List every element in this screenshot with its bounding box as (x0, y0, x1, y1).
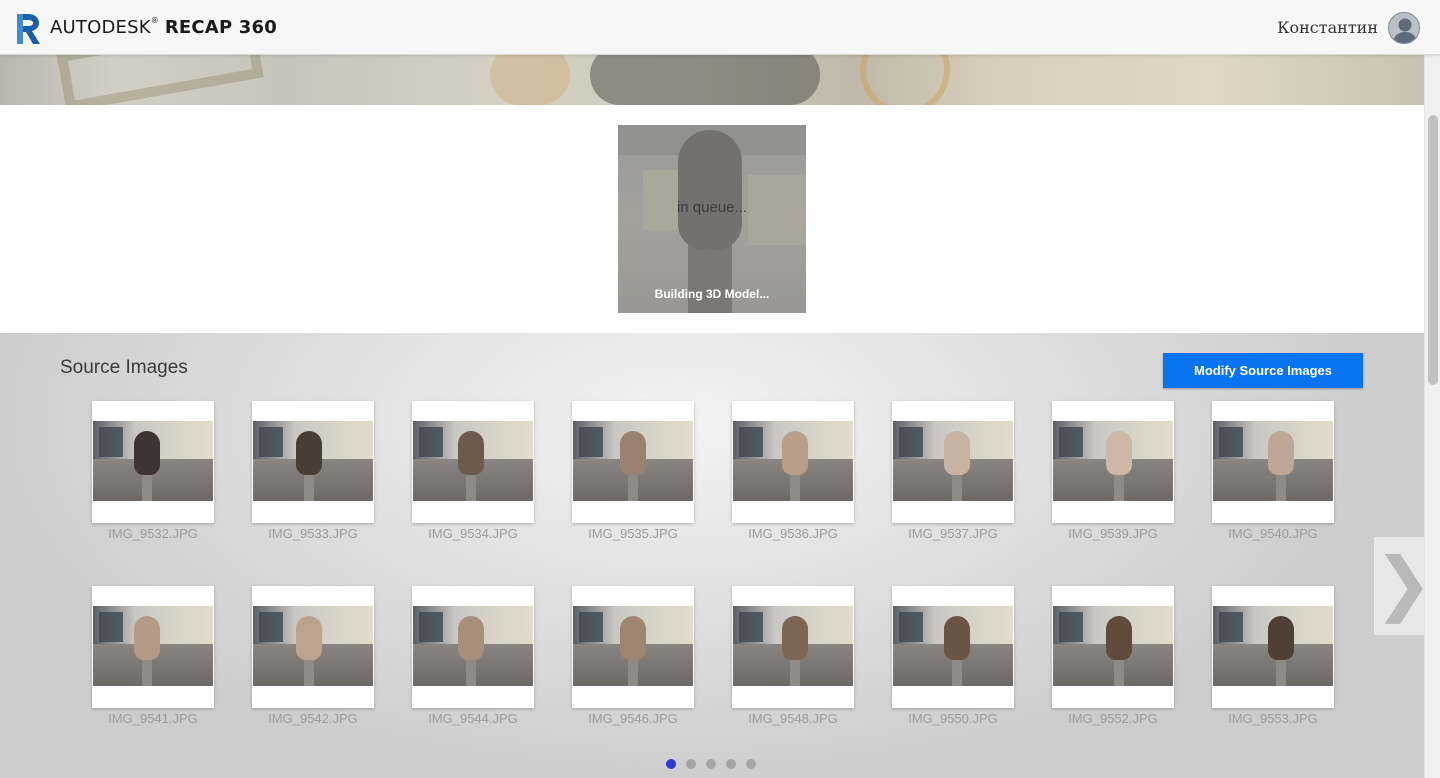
thumbnail-photo (93, 421, 213, 501)
thumbnail-photo (1053, 606, 1173, 686)
thumbnail-filename: IMG_9553.JPG (1228, 711, 1318, 726)
source-image-thumbnail[interactable]: IMG_9532.JPG (92, 401, 214, 541)
user-avatar-icon[interactable] (1388, 12, 1420, 44)
source-image-thumbnail[interactable]: IMG_9536.JPG (732, 401, 854, 541)
recap-r-logo-icon[interactable] (14, 12, 42, 46)
thumbnail-card[interactable] (412, 586, 534, 708)
thumbnail-photo (573, 606, 693, 686)
source-image-thumbnail[interactable]: IMG_9539.JPG (1052, 401, 1174, 541)
source-image-thumbnail[interactable]: IMG_9533.JPG (252, 401, 374, 541)
thumbnail-card[interactable] (412, 401, 534, 523)
source-image-thumbnail[interactable]: IMG_9534.JPG (412, 401, 534, 541)
page-dot[interactable] (726, 759, 736, 769)
thumbnail-card[interactable] (572, 586, 694, 708)
hero-banner (0, 55, 1424, 105)
model-area: in queue... Building 3D Model... (0, 105, 1424, 333)
thumbnail-card[interactable] (892, 586, 1014, 708)
thumbnail-filename: IMG_9539.JPG (1068, 526, 1158, 541)
thumbnail-card[interactable] (92, 401, 214, 523)
thumbnail-card[interactable] (1052, 401, 1174, 523)
source-image-thumbnail[interactable]: IMG_9537.JPG (892, 401, 1014, 541)
thumbnail-photo (1053, 421, 1173, 501)
thumbnail-filename: IMG_9536.JPG (748, 526, 838, 541)
pagination-dots (666, 756, 766, 769)
thumbnail-card[interactable] (92, 586, 214, 708)
model-preview-tile[interactable]: in queue... Building 3D Model... (618, 125, 806, 313)
thumbnail-card[interactable] (892, 401, 1014, 523)
thumbnail-photo (893, 421, 1013, 501)
thumbnail-filename: IMG_9542.JPG (268, 711, 358, 726)
model-progress-label: Building 3D Model... (654, 287, 770, 301)
model-status-text: in queue... (676, 199, 748, 216)
section-title: Source Images (60, 357, 188, 378)
page-dot[interactable] (746, 759, 756, 769)
thumbnail-card[interactable] (732, 401, 854, 523)
thumbnail-filename: IMG_9532.JPG (108, 526, 198, 541)
thumbnail-filename: IMG_9533.JPG (268, 526, 358, 541)
scrollbar-thumb[interactable] (1428, 115, 1438, 385)
brand-title[interactable]: AUTODESK® RECAP 360 (50, 16, 277, 38)
thumbnail-photo (413, 421, 533, 501)
thumbnail-filename: IMG_9550.JPG (908, 711, 998, 726)
thumbnail-photo (573, 421, 693, 501)
page-scrollbar[interactable] (1424, 55, 1440, 778)
source-image-thumbnail[interactable]: IMG_9535.JPG (572, 401, 694, 541)
thumbnail-photo (1213, 421, 1333, 501)
thumbnail-filename: IMG_9540.JPG (1228, 526, 1318, 541)
thumbnail-filename: IMG_9546.JPG (588, 711, 678, 726)
thumbnail-photo (733, 606, 853, 686)
source-image-thumbnail[interactable]: IMG_9540.JPG (1212, 401, 1334, 541)
modify-source-images-button[interactable]: Modify Source Images (1163, 353, 1363, 388)
thumbnail-photo (253, 421, 373, 501)
source-images-section: Source Images Modify Source Images IMG_9… (0, 333, 1424, 778)
thumbnail-card[interactable] (1212, 586, 1334, 708)
source-image-thumbnail[interactable]: IMG_9546.JPG (572, 586, 694, 726)
chevron-right-icon[interactable]: ❯ (1374, 537, 1433, 635)
thumbnail-filename: IMG_9537.JPG (908, 526, 998, 541)
brand-product: RECAP 360 (164, 17, 277, 38)
page-dot[interactable] (686, 759, 696, 769)
thumbnail-photo (893, 606, 1013, 686)
thumbnail-photo (733, 421, 853, 501)
source-image-thumbnail[interactable]: IMG_9541.JPG (92, 586, 214, 726)
thumbnail-photo (93, 606, 213, 686)
thumbnail-filename: IMG_9548.JPG (748, 711, 838, 726)
thumbnail-filename: IMG_9535.JPG (588, 526, 678, 541)
source-image-thumbnail[interactable]: IMG_9548.JPG (732, 586, 854, 726)
thumbnail-filename: IMG_9541.JPG (108, 711, 198, 726)
source-image-thumbnail[interactable]: IMG_9542.JPG (252, 586, 374, 726)
thumbnail-card[interactable] (1052, 586, 1174, 708)
thumbnail-card[interactable] (252, 586, 374, 708)
app-header: AUTODESK® RECAP 360 Константин (0, 0, 1440, 55)
brand-company: AUTODESK (50, 17, 151, 38)
source-image-thumbnail[interactable]: IMG_9550.JPG (892, 586, 1014, 726)
thumbnail-filename: IMG_9534.JPG (428, 526, 518, 541)
source-image-thumbnail[interactable]: IMG_9552.JPG (1052, 586, 1174, 726)
thumbnail-card[interactable] (252, 401, 374, 523)
thumbnail-card[interactable] (1212, 401, 1334, 523)
page-dot[interactable] (666, 759, 676, 769)
source-image-thumbnail[interactable]: IMG_9544.JPG (412, 586, 534, 726)
user-name[interactable]: Константин (1277, 18, 1378, 37)
page-dot[interactable] (706, 759, 716, 769)
thumbnail-filename: IMG_9552.JPG (1068, 711, 1158, 726)
thumbnail-photo (1213, 606, 1333, 686)
source-image-thumbnail[interactable]: IMG_9553.JPG (1212, 586, 1334, 726)
thumbnail-photo (253, 606, 373, 686)
thumbnail-photo (413, 606, 533, 686)
thumbnail-filename: IMG_9544.JPG (428, 711, 518, 726)
thumbnail-card[interactable] (732, 586, 854, 708)
thumbnail-card[interactable] (572, 401, 694, 523)
